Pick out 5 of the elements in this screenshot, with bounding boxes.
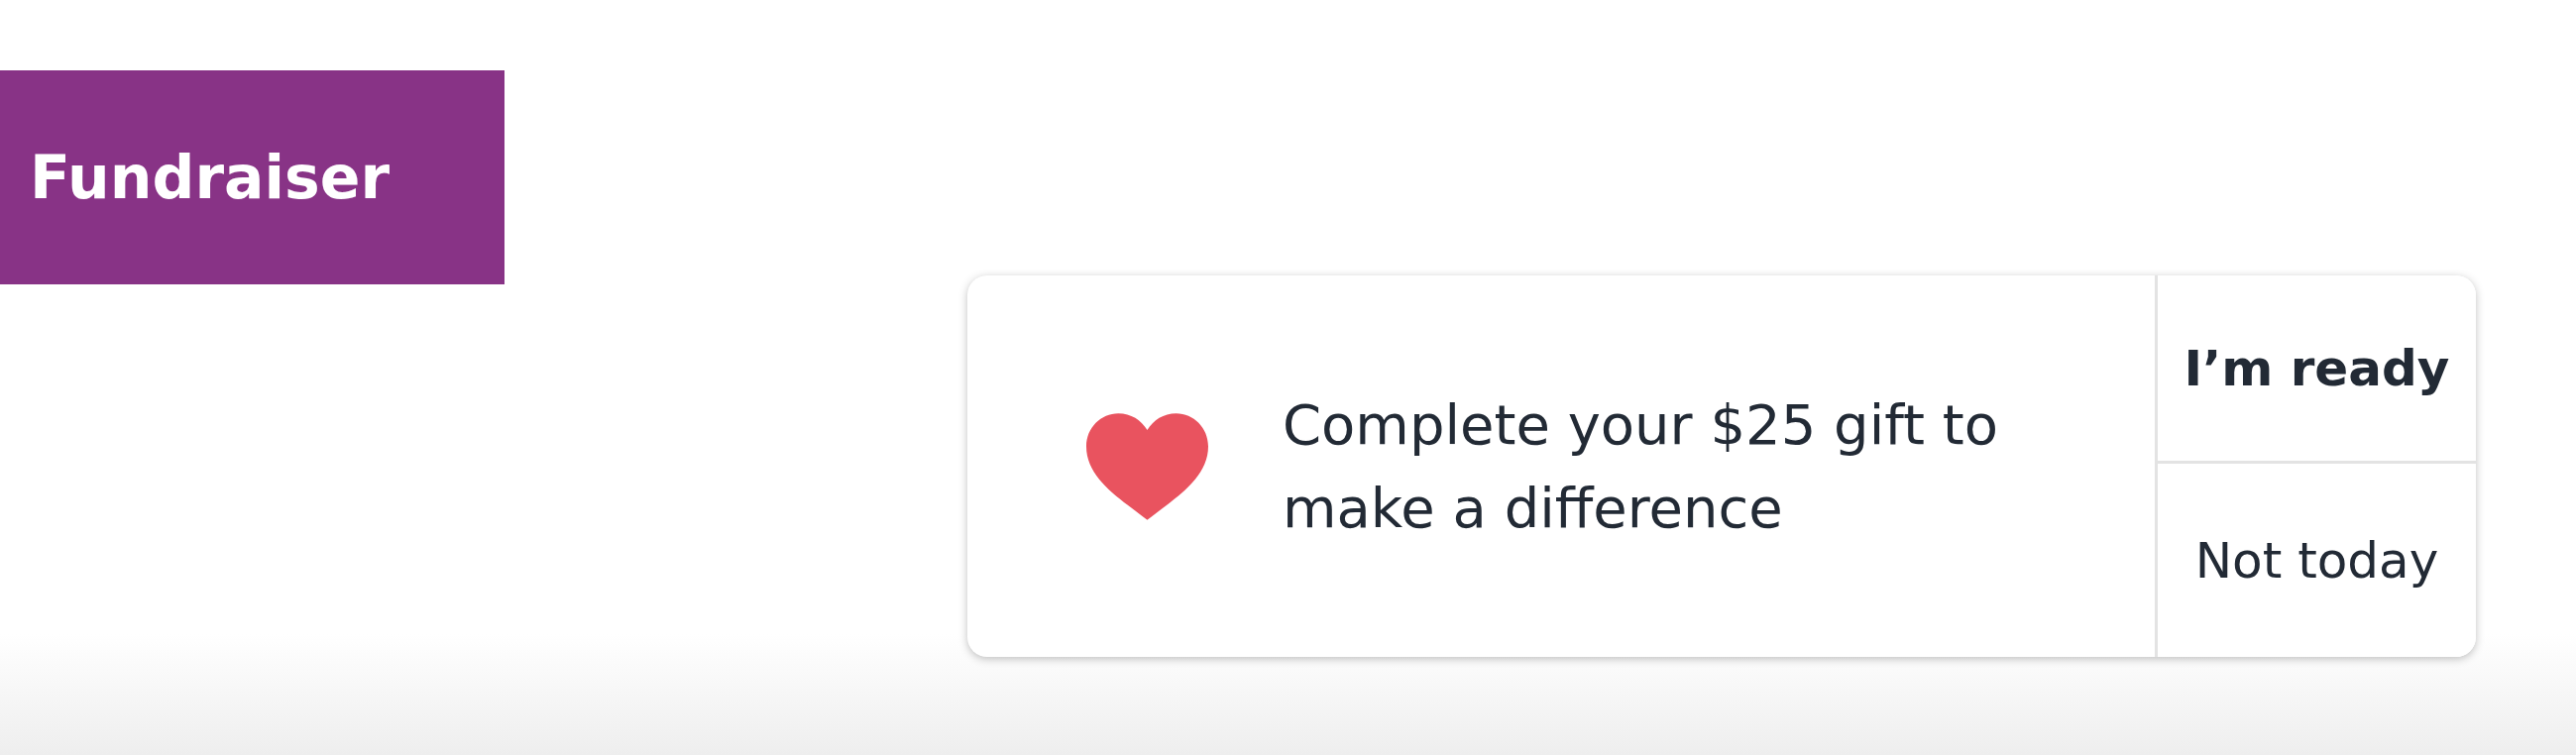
gift-message: Complete your $25 gift to make a difference — [1283, 390, 1999, 542]
heart-icon — [1086, 412, 1208, 520]
confirm-button[interactable]: I’m ready — [2158, 275, 2476, 464]
fundraiser-button[interactable]: Fundraiser — [0, 70, 504, 284]
dismiss-button[interactable]: Not today — [2158, 464, 2476, 657]
